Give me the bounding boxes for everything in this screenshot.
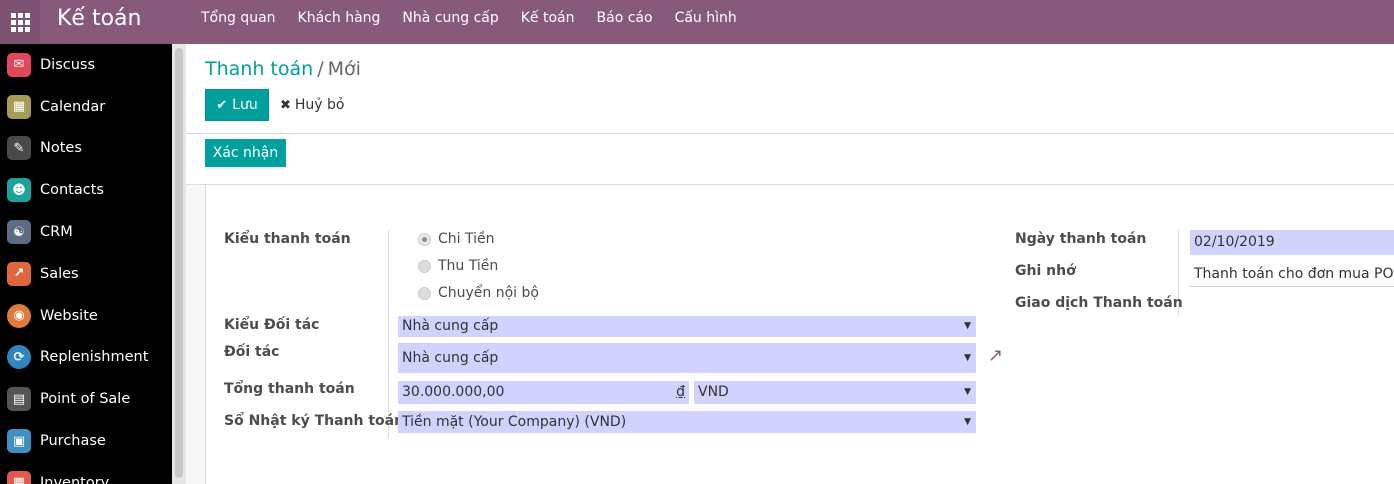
form-statusbar: Xác nhận (186, 134, 1394, 185)
partner-value: Nhà cung cấp (402, 350, 499, 366)
scrollbar-thumb[interactable] (175, 48, 183, 478)
sidebar-item-contacts[interactable]: ☻ Contacts (0, 169, 172, 211)
sidebar-item-label: Replenishment (40, 349, 149, 366)
amount-value: 30.000.000,00 (402, 384, 505, 400)
sidebar-item-label: Inventory (40, 474, 110, 484)
radio-chuyen-noi-bo[interactable]: Chuyển nội bộ (418, 285, 539, 301)
sidebar-item-label: Purchase (40, 433, 106, 450)
purchase-icon: ▣ (7, 429, 31, 454)
sales-icon: ↗ (7, 261, 31, 286)
sidebar-item-point-of-sale[interactable]: ▤ Point of Sale (0, 378, 172, 420)
label-column-divider (388, 230, 389, 438)
sidebar-item-purchase[interactable]: ▣ Purchase (0, 420, 172, 462)
breadcrumb: Thanh toán / Mới (205, 58, 361, 80)
payment-date-input[interactable]: 02/10/2019 (1190, 230, 1394, 255)
currency-value: VND (698, 384, 729, 400)
sidebar-item-website[interactable]: ◉ Website (0, 295, 172, 337)
sidebar-item-label: Website (40, 307, 98, 324)
notes-icon: ✎ (7, 136, 31, 161)
external-link-icon[interactable]: ↗ (988, 345, 1003, 366)
discuss-icon: ✉ (7, 52, 31, 77)
payment-type-label: Kiểu thanh toán (224, 231, 351, 247)
payment-date-label: Ngày thanh toán (1015, 231, 1147, 247)
partner-type-value: Nhà cung cấp (402, 318, 499, 334)
radio-unchecked-icon (418, 286, 431, 300)
main-content: Thanh toán / Mới ✔ Lưu ✖ Huỷ bỏ Xác nhận K… (186, 44, 1394, 484)
journal-value: Tiền mặt (Your Company) (VND) (402, 414, 627, 430)
sidebar-item-inventory[interactable]: ▦ Inventory (0, 462, 172, 484)
sidebar-item-sales[interactable]: ↗ Sales (0, 253, 172, 295)
sidebar-item-label: Calendar (40, 98, 106, 115)
radio-label: Chuyển nội bộ (438, 285, 539, 301)
caret-down-icon: ▼ (964, 387, 971, 397)
sidebar-item-calendar[interactable]: ▦ Calendar (0, 86, 172, 128)
menu-bao-cao[interactable]: Báo cáo (586, 0, 664, 36)
breadcrumb-current: Mới (327, 58, 361, 80)
crm-icon: ☯ (7, 220, 31, 245)
sidebar-scrollbar[interactable] (172, 44, 186, 484)
point-of-sale-icon: ▤ (7, 387, 31, 412)
replenishment-icon: ⟳ (7, 345, 31, 370)
memo-label: Ghi nhớ (1015, 263, 1076, 279)
radio-checked-icon (418, 232, 431, 246)
save-button-label: Lưu (232, 97, 258, 113)
payment-transaction-label: Giao dịch Thanh toán (1015, 295, 1183, 311)
memo-input[interactable]: Thanh toán cho đơn mua PO..... (1190, 262, 1394, 287)
currency-select[interactable]: VND ▼ (694, 381, 976, 404)
radio-label: Thu Tiền (438, 258, 499, 274)
amount-label: Tổng thanh toán (224, 381, 355, 397)
amount-input[interactable]: 30.000.000,00 ₫ (398, 381, 689, 404)
sidebar-item-label: Contacts (40, 182, 104, 199)
top-navbar: Kế toán Tổng quan Khách hàng Nhà cung cấ… (0, 0, 1394, 44)
menu-ke-toan[interactable]: Kế toán (510, 0, 586, 36)
caret-down-icon: ▼ (964, 417, 971, 427)
currency-symbol: ₫ (676, 384, 685, 400)
partner-type-select[interactable]: Nhà cung cấp ▼ (398, 316, 976, 337)
menu-nha-cung-cap[interactable]: Nhà cung cấp (391, 0, 509, 36)
sidebar-item-crm[interactable]: ☯ CRM (0, 211, 172, 253)
top-menu: Tổng quan Khách hàng Nhà cung cấp Kế toá… (190, 0, 748, 36)
sidebar-item-label: Discuss (40, 56, 96, 73)
sidebar-item-label: Notes (40, 140, 82, 157)
journal-label: Sổ Nhật ký Thanh toán (224, 413, 405, 429)
sidebar-item-label: CRM (40, 224, 73, 241)
menu-khach-hang[interactable]: Khách hàng (287, 0, 392, 36)
sidebar-item-notes[interactable]: ✎ Notes (0, 128, 172, 170)
sidebar-item-replenishment[interactable]: ⟳ Replenishment (0, 337, 172, 379)
close-icon: ✖ (280, 97, 291, 113)
partner-label: Đối tác (224, 344, 280, 360)
caret-down-icon: ▼ (964, 353, 971, 363)
confirm-button[interactable]: Xác nhận (205, 139, 286, 167)
form-sheet: Kiểu thanh toán Chi Tiền Thu Tiền Chuyển… (205, 184, 1394, 484)
caret-down-icon: ▼ (964, 321, 971, 331)
inventory-icon: ▦ (7, 470, 31, 484)
breadcrumb-separator: / (317, 58, 324, 80)
cancel-button[interactable]: ✖ Huỷ bỏ (280, 89, 345, 121)
partner-type-label: Kiểu Đối tác (224, 317, 320, 333)
sidebar-item-label: Point of Sale (40, 391, 131, 408)
app-title: Kế toán (57, 6, 142, 31)
website-icon: ◉ (7, 303, 31, 328)
menu-tong-quan[interactable]: Tổng quan (190, 0, 287, 36)
partner-input[interactable]: Nhà cung cấp ▼ (398, 343, 976, 373)
radio-chi-tien[interactable]: Chi Tiền (418, 231, 495, 247)
menu-cau-hinh[interactable]: Cấu hình (664, 0, 748, 36)
save-button[interactable]: ✔ Lưu (205, 89, 269, 121)
calendar-icon: ▦ (7, 94, 31, 119)
cancel-button-label: Huỷ bỏ (294, 97, 345, 113)
journal-select[interactable]: Tiền mặt (Your Company) (VND) ▼ (398, 411, 976, 433)
contacts-icon: ☻ (7, 178, 31, 203)
radio-unchecked-icon (418, 259, 431, 273)
radio-thu-tien[interactable]: Thu Tiền (418, 258, 498, 274)
sidebar-item-discuss[interactable]: ✉ Discuss (0, 44, 172, 86)
sidebar-item-label: Sales (40, 265, 79, 282)
radio-label: Chi Tiền (438, 231, 495, 247)
app-sidebar: ✉ Discuss ▦ Calendar ✎ Notes ☻ Contacts … (0, 44, 172, 484)
apps-grid-icon (10, 12, 30, 32)
check-icon: ✔ (216, 97, 228, 113)
breadcrumb-parent-link[interactable]: Thanh toán (205, 58, 313, 80)
apps-menu-button[interactable] (0, 0, 40, 44)
